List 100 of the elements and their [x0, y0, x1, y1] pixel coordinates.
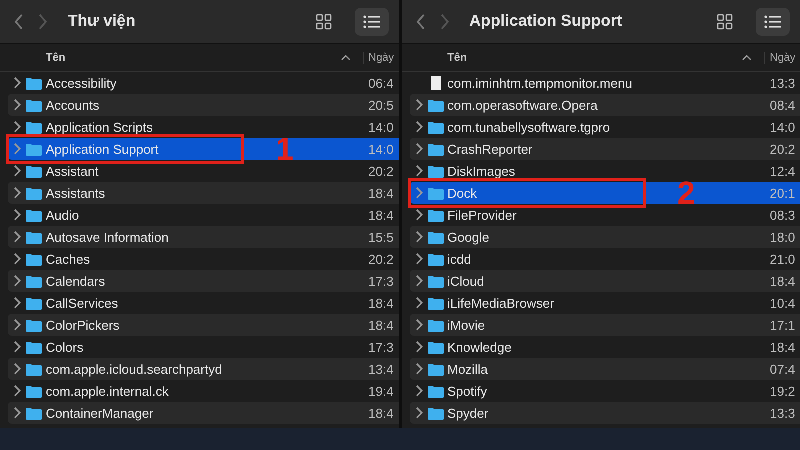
- file-row[interactable]: Mozilla 07:4: [410, 358, 800, 380]
- file-row[interactable]: Colors 17:3: [8, 336, 398, 358]
- file-row[interactable]: com.operasoftware.Opera 08:4: [410, 94, 800, 116]
- chevron-icon: [14, 143, 22, 155]
- file-name: Accounts: [46, 98, 100, 112]
- file-row[interactable]: com.apple.icloud.searchpartyd 13:4: [8, 358, 398, 380]
- modified-date: 13:4: [368, 362, 395, 376]
- file-name: CrashReporter: [448, 142, 533, 156]
- back-icon[interactable]: [416, 14, 426, 30]
- file-row[interactable]: CallServices 18:4: [8, 292, 398, 314]
- file-name: Colors: [46, 340, 84, 354]
- file-name: Spyder: [448, 406, 489, 420]
- folder-icon: [26, 186, 42, 200]
- modified-date: 18:4: [368, 318, 395, 332]
- chevron-icon: [14, 385, 22, 397]
- modified-date: 18:4: [368, 208, 395, 222]
- back-icon[interactable]: [14, 14, 24, 30]
- file-row[interactable]: Autosave Information 15:5: [8, 226, 398, 248]
- folder-icon: [428, 362, 444, 376]
- file-row[interactable]: Caches 20:2: [8, 248, 398, 270]
- folder-icon: [428, 296, 444, 310]
- chevron-icon: [14, 363, 22, 375]
- modified-date: 13:3: [770, 76, 796, 90]
- file-name: DiskImages: [448, 164, 516, 178]
- modified-date: 12:4: [770, 164, 796, 178]
- file-name: iMovie: [448, 318, 486, 332]
- folder-icon: [26, 362, 42, 376]
- modified-date: 18:4: [368, 186, 395, 200]
- sort-ascending-icon: [742, 54, 752, 60]
- file-row[interactable]: com.tunabellysoftware.tgpro 14:0: [410, 116, 800, 138]
- file-row[interactable]: Google 18:0: [410, 226, 800, 248]
- modified-date: 08:4: [770, 98, 796, 112]
- file-row[interactable]: icdd 21:0: [410, 248, 800, 270]
- chevron-icon: [416, 99, 424, 111]
- folder-icon: [428, 98, 444, 112]
- modified-date: 19:4: [368, 384, 395, 398]
- file-name: Dock: [448, 186, 478, 200]
- file-row[interactable]: CrashReporter 20:2: [410, 138, 800, 160]
- file-row[interactable]: Audio 18:4: [8, 204, 398, 226]
- chevron-icon: [14, 99, 22, 111]
- file-name: iLifeMediaBrowser: [448, 296, 554, 310]
- modified-date: 18:4: [368, 406, 395, 420]
- modified-date: 20:1: [770, 186, 796, 200]
- file-name: ContainerManager: [46, 406, 154, 420]
- column-header[interactable]: Ngày: [362, 52, 398, 64]
- file-row[interactable]: com.apple.internal.ck 19:4: [8, 380, 398, 402]
- file-row[interactable]: com.iminhtm.tempmonitor.menu 13:3: [410, 72, 800, 94]
- chevron-icon: [416, 165, 424, 177]
- chevron-icon: [14, 209, 22, 221]
- file-row[interactable]: iLifeMediaBrowser 10:4: [410, 292, 800, 314]
- grid-icon: [316, 14, 332, 30]
- modified-date: 21:0: [770, 252, 796, 266]
- chevron-icon: [14, 297, 22, 309]
- column-header[interactable]: Ngày: [764, 52, 800, 64]
- modified-date: 18:4: [770, 340, 796, 354]
- folder-icon: [26, 384, 42, 398]
- file-name: Application Support: [46, 142, 159, 156]
- file-row[interactable]: Accounts 20:5: [8, 94, 398, 116]
- file-row[interactable]: Assistants 18:4: [8, 182, 398, 204]
- file-name: Calendars: [46, 274, 106, 288]
- folder-icon: [26, 76, 42, 90]
- chevron-icon: [14, 187, 22, 199]
- column-header[interactable]: Tên: [448, 52, 742, 64]
- modified-date: 14:0: [368, 142, 395, 156]
- file-row[interactable]: Accessibility 06:4: [8, 72, 398, 94]
- file-row[interactable]: Spotify 19:2: [410, 380, 800, 402]
- folder-icon: [428, 208, 444, 222]
- file-row[interactable]: ContainerManager 18:4: [8, 402, 398, 424]
- chevron-icon: [416, 231, 424, 243]
- modified-date: 18:4: [368, 296, 395, 310]
- list-view-button[interactable]: [354, 8, 388, 36]
- list-view-button[interactable]: [756, 8, 790, 36]
- chevron-icon: [14, 319, 22, 331]
- chevron-icon: [14, 407, 22, 419]
- folder-icon: [428, 230, 444, 244]
- folder-icon: [26, 120, 42, 134]
- folder-icon: [26, 164, 42, 178]
- file-row[interactable]: ColorPickers 18:4: [8, 314, 398, 336]
- modified-date: 19:2: [770, 384, 796, 398]
- chevron-icon: [14, 77, 22, 89]
- file-row[interactable]: iMovie 17:1: [410, 314, 800, 336]
- chevron-icon: [416, 275, 424, 287]
- file-name: Assistant: [46, 164, 99, 178]
- file-row[interactable]: Spyder 13:3: [410, 402, 800, 424]
- modified-date: 17:3: [368, 274, 395, 288]
- modified-date: 06:4: [368, 76, 395, 90]
- chevron-icon: [416, 319, 424, 331]
- file-name: Accessibility: [46, 76, 117, 90]
- file-name: com.apple.icloud.searchpartyd: [46, 362, 222, 376]
- file-name: icdd: [448, 252, 472, 266]
- folder-icon: [428, 340, 444, 354]
- folder-icon: [26, 208, 42, 222]
- file-row[interactable]: Knowledge 18:4: [410, 336, 800, 358]
- file-row[interactable]: Calendars 17:3: [8, 270, 398, 292]
- column-header[interactable]: Tên: [46, 52, 340, 64]
- file-name: Assistants: [46, 186, 106, 200]
- folder-icon: [428, 120, 444, 134]
- modified-date: 17:3: [368, 340, 395, 354]
- file-name: Application Scripts: [46, 120, 153, 134]
- file-row[interactable]: iCloud 18:4: [410, 270, 800, 292]
